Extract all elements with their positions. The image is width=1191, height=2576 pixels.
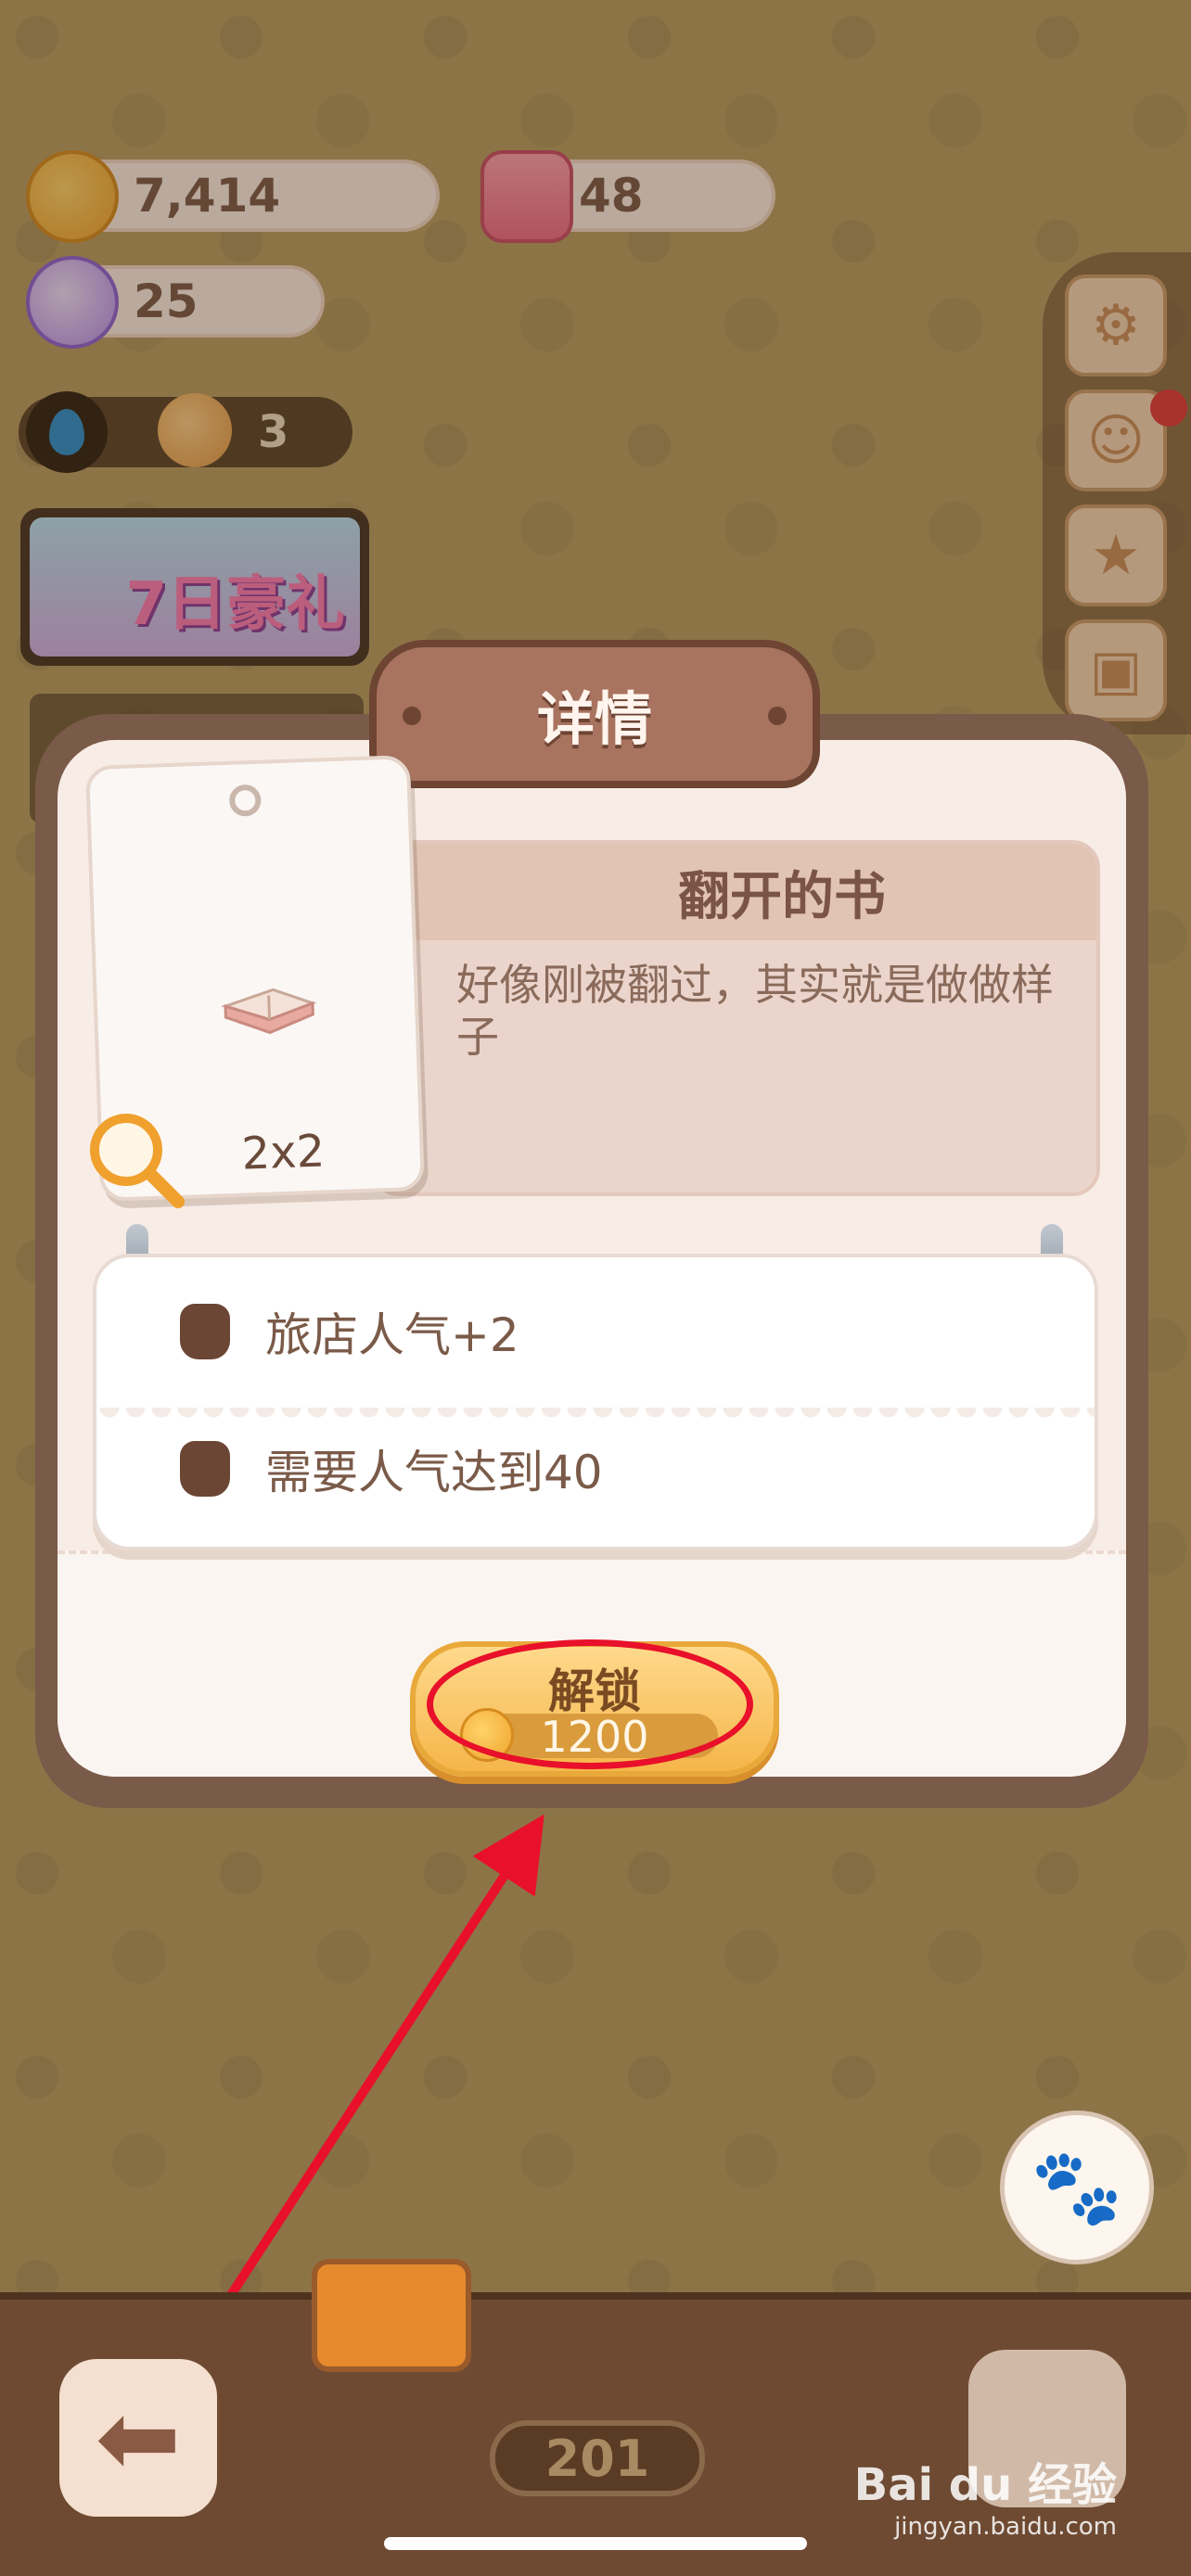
home-indicator[interactable] [384,2537,807,2550]
watermark-brand: Bai du 经验 [853,2459,1117,2511]
watermark: Bai du 经验 jingyan.baidu.com [854,2448,1117,2541]
level-number: 201 [490,2420,705,2496]
folder-icon[interactable] [312,2259,471,2372]
watermark-url: jingyan.baidu.com [894,2513,1117,2541]
back-arrow-icon[interactable]: ⬅ [59,2359,217,2517]
npc-avatar-icon[interactable]: 🐾 [1000,2111,1154,2264]
